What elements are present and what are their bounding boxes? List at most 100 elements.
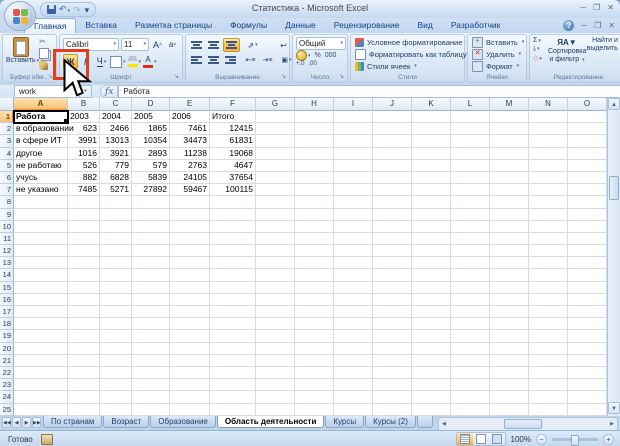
cell[interactable] [490,184,529,196]
cell[interactable] [451,111,490,123]
cell[interactable] [490,148,529,160]
cell[interactable] [490,233,529,245]
cell[interactable] [210,269,256,281]
cell[interactable] [568,391,607,403]
cell[interactable] [412,209,451,221]
cell[interactable] [256,184,295,196]
cell[interactable]: не работаю [14,160,68,172]
zoom-slider[interactable] [552,438,598,441]
cell[interactable] [14,282,68,294]
cell[interactable] [334,196,373,208]
cell[interactable] [295,367,334,379]
cell[interactable] [451,209,490,221]
cell[interactable] [100,233,132,245]
cell[interactable] [529,233,568,245]
cell[interactable]: 24105 [170,172,210,184]
cell[interactable] [334,269,373,281]
cell[interactable] [451,355,490,367]
cell[interactable] [295,148,334,160]
cell[interactable] [100,209,132,221]
cell[interactable] [412,111,451,123]
cell[interactable] [373,111,412,123]
align-bottom-button[interactable] [223,38,240,52]
cell[interactable] [170,343,210,355]
underline-button[interactable]: Ч▾ [95,55,108,68]
cell[interactable]: 2763 [170,160,210,172]
cell[interactable] [451,404,490,416]
cell[interactable] [210,257,256,269]
scroll-up-icon[interactable]: ▲ [608,98,620,110]
cell[interactable] [373,221,412,233]
cell[interactable] [373,269,412,281]
cell[interactable]: 2893 [132,148,170,160]
cell[interactable] [373,318,412,330]
select-all-corner[interactable] [0,98,14,111]
cell[interactable] [256,148,295,160]
cell[interactable]: в образовании [14,123,68,135]
sheet-tab[interactable]: По странам [43,416,102,428]
cell[interactable]: 12415 [210,123,256,135]
sheet-tab[interactable]: Курсы (2) [365,416,416,428]
column-header-L[interactable]: L [451,98,490,111]
cell[interactable] [373,367,412,379]
sheet-tab[interactable]: Возраст [103,416,149,428]
orientation-button[interactable]: ⇗▾ [245,39,260,51]
cell[interactable] [334,379,373,391]
cell[interactable]: 623 [68,123,100,135]
row-header-15[interactable]: 15 [0,282,14,294]
cell[interactable] [295,306,334,318]
cell[interactable] [170,221,210,233]
cell[interactable] [295,343,334,355]
ribbon-tab-5[interactable]: Рецензирование [325,18,409,33]
cell[interactable] [132,269,170,281]
paste-button[interactable]: Вставить▾ [6,37,36,73]
sheet-tab[interactable]: Курсы [325,416,364,428]
cell[interactable] [256,269,295,281]
cell[interactable]: 37654 [210,172,256,184]
column-header-O[interactable]: O [568,98,607,111]
cell[interactable] [295,391,334,403]
cell[interactable] [334,160,373,172]
cell[interactable] [256,257,295,269]
cell[interactable] [334,123,373,135]
cell[interactable] [373,160,412,172]
cell[interactable] [334,184,373,196]
delete-cells-button[interactable]: ✕ Удалить▾ [468,48,526,60]
cell[interactable] [412,391,451,403]
cell[interactable] [210,391,256,403]
column-header-D[interactable]: D [132,98,170,111]
cell[interactable] [529,135,568,147]
cell[interactable] [373,330,412,342]
cell[interactable] [100,343,132,355]
cell[interactable] [568,209,607,221]
cell[interactable] [334,245,373,257]
row-header-20[interactable]: 20 [0,343,14,355]
cell[interactable] [256,306,295,318]
cell[interactable] [412,343,451,355]
cell[interactable] [334,318,373,330]
sheet-tab[interactable]: Образование [150,416,216,428]
cell[interactable] [256,343,295,355]
column-header-A[interactable]: A [14,98,68,111]
cell[interactable] [334,111,373,123]
cell[interactable] [568,355,607,367]
increase-indent-icon[interactable]: ⇥≡ [260,54,275,66]
office-button[interactable] [4,1,36,31]
cell[interactable]: 10354 [132,135,170,147]
cell[interactable]: 1016 [68,148,100,160]
cell[interactable] [334,294,373,306]
increase-decimal-icon[interactable]: +,0 [296,61,305,67]
cell[interactable] [295,318,334,330]
cell[interactable] [490,209,529,221]
cell[interactable] [373,355,412,367]
cell[interactable] [490,245,529,257]
last-sheet-icon[interactable]: ▶▶ [32,417,41,428]
cell[interactable] [132,330,170,342]
cell[interactable] [568,306,607,318]
cell[interactable] [295,330,334,342]
cell[interactable] [100,221,132,233]
cell[interactable] [14,330,68,342]
cell[interactable] [373,257,412,269]
borders-button[interactable]: ▾ [110,55,126,68]
cell[interactable] [100,379,132,391]
